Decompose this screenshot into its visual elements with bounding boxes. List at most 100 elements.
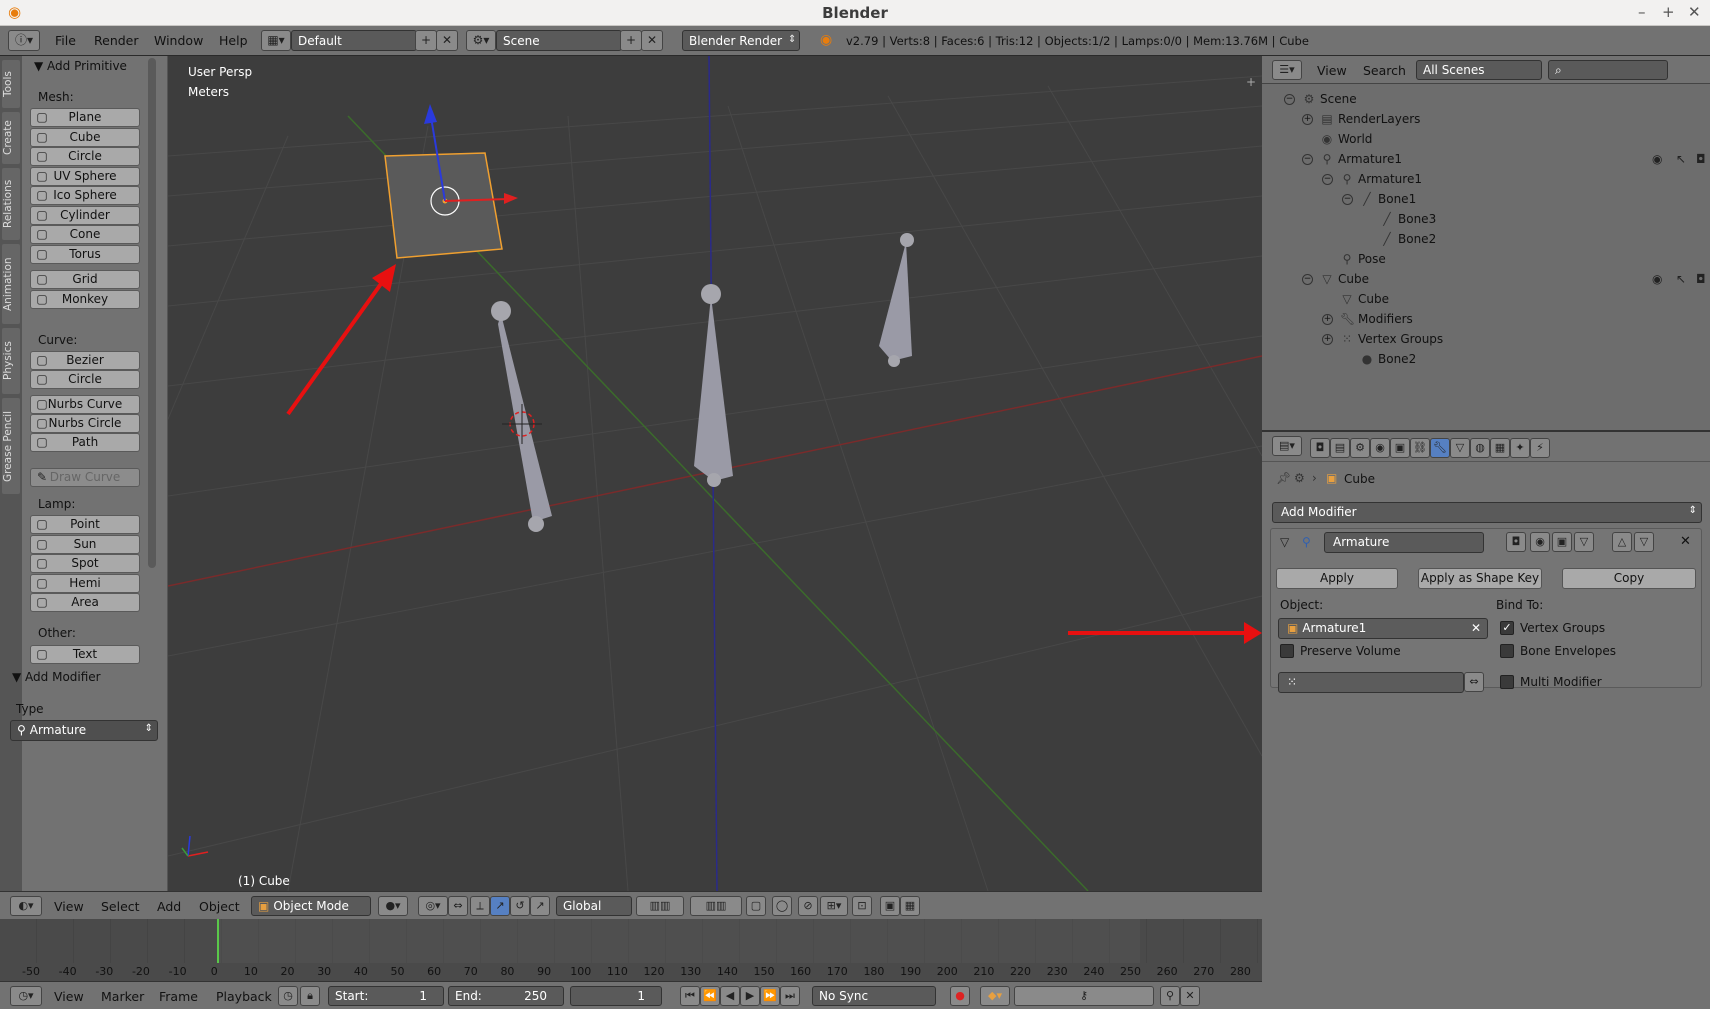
- apply-as-shape-key-button[interactable]: Apply as Shape Key: [1418, 568, 1542, 589]
- play-icon[interactable]: ▶: [740, 986, 760, 1006]
- remove-modifier-icon[interactable]: ✕: [1680, 534, 1691, 549]
- play-reverse-icon[interactable]: ◀: [720, 986, 740, 1006]
- armature-object-field[interactable]: ▣ Armature1 ✕: [1278, 618, 1488, 639]
- mesh-circle-button[interactable]: ▢ Circle: [30, 147, 140, 166]
- 3d-viewport[interactable]: + User Persp Meters (1) Cube: [168, 56, 1262, 891]
- realtime-display-icon[interactable]: ◉: [1530, 532, 1550, 552]
- editor-type-info-icon[interactable]: ⓘ▾: [8, 30, 40, 51]
- apply-button[interactable]: Apply: [1276, 568, 1398, 589]
- menu-render[interactable]: Render: [94, 33, 139, 48]
- record-icon[interactable]: ●: [950, 986, 970, 1006]
- jump-keyframe-back-icon[interactable]: ⏪: [700, 986, 720, 1006]
- shading-mode-icon[interactable]: ●▾: [378, 896, 408, 916]
- end-frame-field[interactable]: End: 250: [448, 986, 564, 1006]
- tab-grease-pencil[interactable]: Grease Pencil: [2, 398, 20, 494]
- render-camera-icon[interactable]: ▣: [880, 896, 900, 916]
- modifiers-tab-icon[interactable]: 🔧︎: [1430, 438, 1450, 458]
- lock-range-icon[interactable]: 🔒︎: [300, 986, 320, 1006]
- maximize-icon[interactable]: +: [1662, 3, 1675, 21]
- timeline-menu-frame[interactable]: Frame: [159, 989, 198, 1004]
- render-engine-select[interactable]: Blender Render: [682, 30, 800, 51]
- scene-browse-icon[interactable]: ⚙▾: [466, 30, 496, 51]
- tab-tools[interactable]: Tools: [2, 60, 20, 108]
- texture-tab-icon[interactable]: ▦: [1490, 438, 1510, 458]
- lamp-area-button[interactable]: ▢ Area: [30, 593, 140, 612]
- mesh-cylinder-button[interactable]: ▢ Cylinder: [30, 205, 140, 225]
- add-modifier-panel-header[interactable]: ▼ Add Modifier: [12, 670, 101, 684]
- armature-render-camera-icon[interactable]: ◘: [1696, 152, 1706, 166]
- bone1-tail[interactable]: [528, 516, 544, 532]
- editor-type-timeline-icon[interactable]: ◷▾: [10, 986, 42, 1006]
- scale-manipulator-icon[interactable]: ↺: [510, 896, 530, 916]
- move-up-icon[interactable]: △: [1612, 532, 1632, 552]
- draw-curve-button[interactable]: ✎ Draw Curve: [30, 468, 140, 487]
- translate-manipulator-icon[interactable]: ⟂: [470, 896, 490, 916]
- editor-type-outliner-icon[interactable]: ☰▾: [1272, 60, 1302, 80]
- move-down-icon[interactable]: ▽: [1634, 532, 1654, 552]
- mesh-plane-button[interactable]: ▢ Plane: [30, 108, 140, 127]
- expand-toggle-icon[interactable]: −: [1284, 94, 1295, 105]
- curve-nurbs-curve-button[interactable]: ▢ Nurbs Curve: [30, 395, 140, 414]
- manipulator-arrow-icon[interactable]: ↗: [530, 896, 550, 916]
- toolshelf-scrollbar[interactable]: [148, 58, 156, 568]
- scene-name-field[interactable]: Scene: [496, 30, 622, 51]
- expand-toggle-icon[interactable]: −: [1322, 174, 1333, 185]
- layout-name-field[interactable]: Default: [291, 30, 417, 51]
- render-layers-tab-icon[interactable]: ▤: [1330, 438, 1350, 458]
- bone2-tail[interactable]: [888, 355, 900, 367]
- cage-display-icon[interactable]: ▽: [1574, 532, 1594, 552]
- vertex-group-field[interactable]: ⁙: [1278, 672, 1464, 693]
- expand-toggle-icon[interactable]: −: [1302, 154, 1313, 165]
- lamp-hemi-button[interactable]: ▢ Hemi: [30, 573, 140, 593]
- render-tab-icon[interactable]: ◘: [1310, 438, 1330, 458]
- jump-end-icon[interactable]: ⏭: [780, 986, 800, 1006]
- layout-remove-icon[interactable]: ✕: [436, 30, 458, 51]
- mesh-monkey-button[interactable]: ▢ Monkey: [30, 289, 140, 309]
- delete-keyframe-icon[interactable]: ✕: [1180, 986, 1200, 1006]
- layout-add-icon[interactable]: +: [415, 30, 437, 51]
- outliner-tree[interactable]: − ⚙ Scene + ▤ RenderLayers ◉ World − ⚲ Armature1− ⚲…: [1262, 84, 1710, 430]
- layers-grid2-icon[interactable]: ▥▥: [690, 896, 742, 916]
- modifier-name-field[interactable]: Armature: [1324, 532, 1484, 553]
- bone-envelopes-checkbox[interactable]: [1500, 644, 1514, 658]
- bone3-head[interactable]: [701, 284, 721, 304]
- lock-layers-icon[interactable]: ▢: [746, 896, 766, 916]
- copy-button[interactable]: Copy: [1562, 568, 1696, 589]
- outliner-item[interactable]: ◉ World: [1320, 132, 1373, 146]
- render-animation-icon[interactable]: ▦: [900, 896, 920, 916]
- start-frame-field[interactable]: Start: 1: [328, 986, 444, 1006]
- jump-start-icon[interactable]: ⏮: [680, 986, 700, 1006]
- preview-range-icon[interactable]: ◷: [278, 986, 298, 1006]
- add-modifier-select[interactable]: Add Modifier ⇕: [1272, 502, 1702, 523]
- layers-grid-icon[interactable]: ▥▥: [636, 896, 684, 916]
- data-tab-icon[interactable]: ▽: [1450, 438, 1470, 458]
- outliner-item[interactable]: ⚲ Armature1: [1320, 152, 1402, 166]
- menu-file[interactable]: File: [55, 33, 76, 48]
- render-toggle-icon[interactable]: ◘: [1506, 532, 1526, 552]
- material-tab-icon[interactable]: ◍: [1470, 438, 1490, 458]
- curve-nurbs-circle-button[interactable]: ▢ Nurbs Circle: [30, 414, 140, 433]
- lamp-spot-button[interactable]: ▢ Spot: [30, 554, 140, 573]
- rotate-manipulator-icon[interactable]: ↗: [490, 896, 510, 916]
- lamp-point-button[interactable]: ▢ Point: [30, 515, 140, 534]
- menu-add[interactable]: Add: [157, 899, 181, 914]
- close-icon[interactable]: ✕: [1688, 3, 1701, 21]
- menu-window[interactable]: Window: [154, 33, 203, 48]
- vertex-groups-checkbox[interactable]: ✓: [1500, 621, 1514, 635]
- mesh-torus-button[interactable]: ▢ Torus: [30, 244, 140, 264]
- layout-browse-icon[interactable]: ▦▾: [261, 30, 291, 51]
- mesh-uv-sphere-button[interactable]: ▢ UV Sphere: [30, 166, 140, 186]
- expand-toggle-icon[interactable]: −: [1342, 194, 1353, 205]
- bone3-tail[interactable]: [707, 473, 721, 487]
- curve-circle-button[interactable]: ▢ Circle: [30, 370, 140, 389]
- mesh-cone-button[interactable]: ▢ Cone: [30, 225, 140, 244]
- outliner-item[interactable]: ▽ Cube: [1340, 292, 1389, 306]
- jump-keyframe-forward-icon[interactable]: ⏩: [760, 986, 780, 1006]
- expand-toggle-icon[interactable]: +: [1302, 114, 1313, 125]
- proportional-edit-icon[interactable]: ◯: [772, 896, 792, 916]
- outliner-item[interactable]: ▽ Cube: [1320, 272, 1369, 286]
- armature-eye-icon[interactable]: ◉: [1652, 152, 1662, 166]
- timeline-editor[interactable]: -50 -40 -30 -20 -10 0 10 20 30 40 50 60 70 80 90 100 110…: [0, 919, 1262, 981]
- particles-tab-icon[interactable]: ✦: [1510, 438, 1530, 458]
- keying-icon[interactable]: ◆▾: [980, 986, 1010, 1006]
